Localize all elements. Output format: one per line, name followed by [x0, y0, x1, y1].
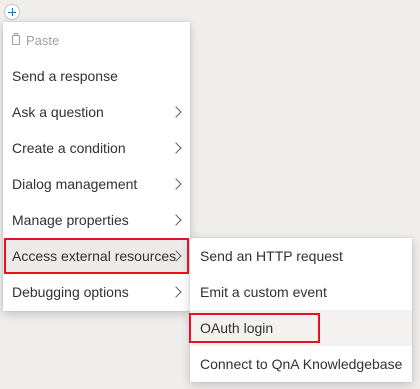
- chevron-right-icon: [170, 142, 182, 154]
- menu-item-label: Paste: [26, 32, 60, 48]
- menu-item-label: Send a response: [12, 68, 118, 84]
- menu-item-create-condition[interactable]: Create a condition: [3, 130, 190, 166]
- menu-item-debugging-options[interactable]: Debugging options: [3, 274, 190, 310]
- menu-item-label: Access external resources: [12, 248, 177, 264]
- submenu-item-label: Connect to QnA Knowledgebase: [200, 356, 403, 372]
- add-node-plus-icon[interactable]: [4, 4, 20, 20]
- context-menu: Paste Send a response Ask a question Cre…: [3, 22, 190, 311]
- chevron-right-icon: [170, 106, 182, 118]
- menu-item-manage-properties[interactable]: Manage properties: [3, 202, 190, 238]
- submenu-external-resources: Send an HTTP request Emit a custom event…: [190, 238, 412, 382]
- chevron-right-icon: [170, 214, 182, 226]
- menu-item-access-external-resources[interactable]: Access external resources: [3, 238, 190, 274]
- chevron-right-icon: [170, 178, 182, 190]
- menu-item-label: Dialog management: [12, 176, 138, 192]
- menu-item-label: Ask a question: [12, 104, 104, 120]
- menu-item-send-response[interactable]: Send a response: [3, 58, 190, 94]
- submenu-item-label: OAuth login: [200, 320, 274, 336]
- menu-item-ask-question[interactable]: Ask a question: [3, 94, 190, 130]
- submenu-item-label: Emit a custom event: [200, 284, 327, 300]
- menu-item-dialog-management[interactable]: Dialog management: [3, 166, 190, 202]
- submenu-item-emit-custom-event[interactable]: Emit a custom event: [190, 274, 412, 310]
- submenu-item-label: Send an HTTP request: [200, 248, 343, 264]
- menu-item-label: Create a condition: [12, 140, 126, 156]
- menu-item-label: Manage properties: [12, 212, 129, 228]
- menu-item-paste: Paste: [3, 22, 190, 58]
- paste-icon: [12, 33, 20, 45]
- submenu-item-oauth-login[interactable]: OAuth login: [190, 310, 412, 346]
- submenu-item-send-http-request[interactable]: Send an HTTP request: [190, 238, 412, 274]
- chevron-right-icon: [170, 286, 182, 298]
- menu-item-label: Debugging options: [12, 284, 129, 300]
- submenu-item-connect-qna[interactable]: Connect to QnA Knowledgebase: [190, 346, 412, 382]
